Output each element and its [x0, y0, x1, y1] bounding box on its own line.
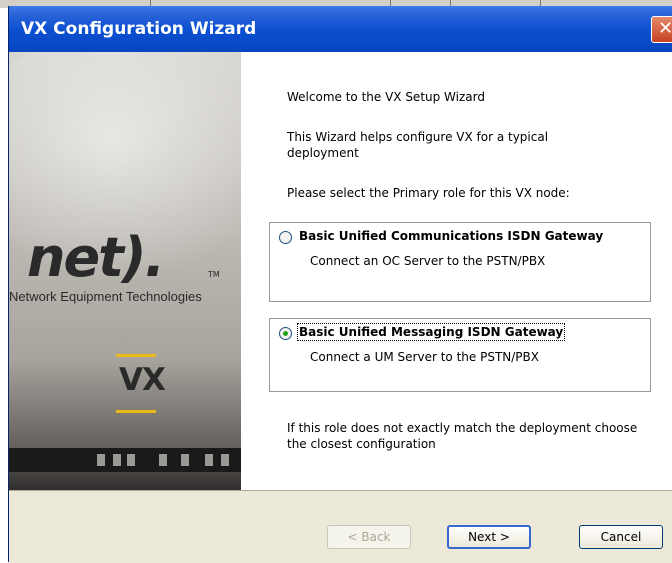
company-tagline: Network Equipment Technologies	[9, 289, 202, 304]
wizard-content: Welcome to the VX Setup Wizard This Wiza…	[241, 52, 672, 490]
option-description: Connect an OC Server to the PSTN/PBX	[310, 254, 546, 268]
wizard-footer: < Back Next > Cancel	[9, 490, 672, 563]
equipment-image	[9, 448, 241, 472]
wizard-banner: net). TM Network Equipment Technologies …	[9, 52, 241, 490]
radio-um-gateway[interactable]	[279, 327, 292, 340]
option-label[interactable]: Basic Unified Communications ISDN Gatewa…	[299, 229, 603, 243]
closest-config-note: If this role does not exactly match the …	[287, 421, 638, 451]
net-logo: net).	[27, 226, 165, 289]
vx-product-mark: VX	[119, 362, 166, 398]
window-title: VX Configuration Wizard	[21, 19, 257, 39]
back-button[interactable]: < Back	[327, 525, 411, 549]
role-prompt: Please select the Primary role for this …	[287, 186, 570, 200]
close-icon: ✕	[658, 18, 672, 39]
logo-mark: ).	[121, 226, 165, 289]
option-label[interactable]: Basic Unified Messaging ISDN Gateway	[296, 323, 566, 341]
cancel-button[interactable]: Cancel	[579, 525, 663, 549]
next-button[interactable]: Next >	[447, 525, 531, 549]
wizard-body: net). TM Network Equipment Technologies …	[9, 52, 672, 490]
welcome-heading: Welcome to the VX Setup Wizard	[287, 90, 485, 104]
close-button[interactable]: ✕	[651, 16, 672, 43]
radio-dot	[283, 331, 288, 336]
wizard-window: VX Configuration Wizard ✕ net). TM Netwo…	[8, 6, 672, 563]
accent-line-top	[116, 354, 156, 357]
option-uc-gateway[interactable]: Basic Unified Communications ISDN Gatewa…	[269, 222, 651, 302]
radio-uc-gateway[interactable]	[279, 231, 292, 244]
trademark-mark: TM	[208, 270, 220, 279]
intro-text: This Wizard helps configure VX for a typ…	[287, 130, 549, 160]
option-um-gateway[interactable]: Basic Unified Messaging ISDN Gateway Con…	[269, 318, 651, 392]
logo-text: net	[27, 226, 124, 289]
title-bar[interactable]: VX Configuration Wizard ✕	[9, 6, 672, 52]
accent-line-bottom	[116, 410, 156, 413]
option-description: Connect a UM Server to the PSTN/PBX	[310, 350, 539, 364]
